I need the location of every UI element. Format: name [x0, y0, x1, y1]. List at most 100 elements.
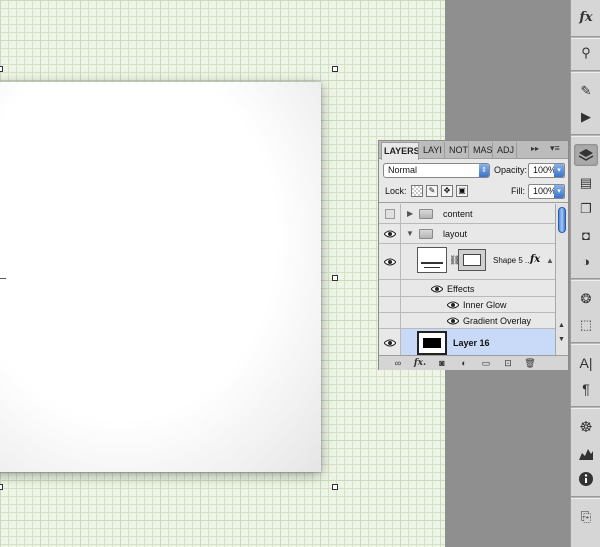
tab-layers[interactable]: LAYERS: [381, 142, 419, 160]
effect-name: Inner Glow: [463, 300, 507, 310]
lock-image-icon[interactable]: ✎: [426, 185, 438, 197]
eye-icon: [383, 339, 396, 346]
layer-name: Layer 16: [453, 338, 490, 348]
dock-divider: [571, 406, 600, 409]
transform-handle-bottom-right[interactable]: [332, 484, 338, 490]
tab-masks[interactable]: MAS: [471, 142, 493, 159]
visibility-toggle: [379, 313, 401, 328]
fill-field[interactable]: 100% ▾: [528, 184, 565, 199]
tab-adjustments[interactable]: ADJ: [495, 142, 517, 159]
opacity-value: 100%: [533, 165, 557, 175]
eye-icon[interactable]: [431, 285, 443, 293]
layer-row-content[interactable]: ▶ content: [379, 204, 555, 224]
effect-row-inner-glow[interactable]: Inner Glow: [379, 297, 555, 313]
effect-row-gradient-overlay[interactable]: Gradient Overlay: [379, 313, 555, 329]
histogram-icon[interactable]: [574, 442, 598, 464]
paragraph-icon[interactable]: ¶: [574, 378, 598, 400]
brush-presets-icon[interactable]: ✎: [574, 80, 598, 102]
folder-icon: [419, 229, 433, 239]
channels-icon[interactable]: ▤: [574, 172, 598, 194]
layers-bottom-toolbar: ∞ fx. ◙ ◐ ▭ ⊡ 🗑: [379, 355, 568, 370]
transform-handle-top-right[interactable]: [332, 66, 338, 72]
chevron-down-icon[interactable]: ▾: [554, 164, 564, 177]
effects-toggle-icon[interactable]: ▲: [546, 256, 554, 265]
effects-header-row[interactable]: Effects: [379, 280, 555, 297]
visibility-toggle[interactable]: [379, 244, 401, 279]
panel-dock: fx ⚲ ✎ ▶ ▤ ❐ ◘ ◑ ❂ ⬚ A| ¶ ☸ ⎘: [570, 0, 600, 547]
puppet-icon[interactable]: ⚲: [574, 42, 598, 64]
transform-icon[interactable]: ⬚: [574, 314, 598, 336]
adjustments-icon[interactable]: ◑: [574, 250, 598, 272]
lock-label: Lock:: [385, 186, 407, 196]
info-icon[interactable]: [574, 468, 598, 490]
effect-name: Gradient Overlay: [463, 316, 532, 326]
eye-icon[interactable]: [447, 301, 459, 309]
visibility-toggle[interactable]: [379, 329, 401, 355]
blend-mode-select[interactable]: Normal ⇕: [383, 163, 490, 178]
transform-handle-top-left[interactable]: [0, 66, 3, 72]
folder-icon: [419, 209, 433, 219]
effects-label: Effects: [447, 284, 475, 294]
tab-notes[interactable]: NOT: [447, 142, 469, 159]
chevron-down-icon: ⇕: [479, 164, 489, 177]
center-point-marker: [0, 278, 6, 279]
visibility-off-box: [384, 208, 395, 219]
layer-thumbnail: [417, 331, 447, 355]
add-layer-style-icon[interactable]: fx.: [414, 358, 426, 368]
delete-layer-icon[interactable]: 🗑: [524, 358, 535, 368]
layer-list: ▶ content ▼ layout ⛓ Shape 5 ... fx ▲ Ef…: [379, 204, 555, 355]
visibility-toggle: [379, 280, 401, 296]
dock-divider: [571, 70, 600, 73]
visibility-toggle: [379, 297, 401, 312]
expand-triangle-icon[interactable]: ▶: [407, 209, 413, 218]
fill-value: 100%: [533, 186, 557, 196]
layers-icon[interactable]: [574, 144, 598, 166]
panel-menu-icon[interactable]: ▾≡: [550, 143, 560, 154]
tab-layer-comps[interactable]: LAYI: [421, 142, 445, 159]
lock-all-icon[interactable]: ▣: [456, 185, 468, 197]
scroll-down-arrow-icon[interactable]: ▼: [558, 336, 565, 343]
link-layers-icon[interactable]: ∞: [393, 358, 403, 368]
fx-icon[interactable]: fx: [530, 254, 540, 265]
visibility-toggle[interactable]: [379, 204, 401, 223]
eye-icon: [383, 258, 396, 265]
paths-icon[interactable]: ❐: [574, 198, 598, 220]
opacity-field[interactable]: 100% ▾: [528, 163, 565, 178]
lock-transparent-icon[interactable]: [411, 185, 423, 197]
layer-row-layout[interactable]: ▼ layout: [379, 224, 555, 244]
panel-tab-bar: LAYERS LAYI NOT MAS ADJ ▸▸ ▾≡: [379, 141, 568, 160]
eye-icon[interactable]: [447, 317, 459, 325]
navigator-icon[interactable]: ☸: [574, 416, 598, 438]
layer-row-layer-16[interactable]: Layer 16: [379, 329, 555, 355]
layers-panel: LAYERS LAYI NOT MAS ADJ ▸▸ ▾≡ Normal ⇕ O…: [378, 140, 569, 370]
scroll-up-arrow-icon[interactable]: ▲: [558, 322, 565, 329]
scroll-thumb[interactable]: [558, 207, 566, 233]
transform-handle-middle-right[interactable]: [332, 275, 338, 281]
add-mask-icon[interactable]: ◙: [437, 358, 447, 368]
dock-divider: [571, 36, 600, 39]
visibility-toggle[interactable]: [379, 224, 401, 243]
new-layer-icon[interactable]: ⊡: [503, 358, 513, 368]
tool-presets-icon[interactable]: ⎘: [574, 506, 598, 528]
dock-divider: [571, 496, 600, 499]
layer-thumbnail: [417, 247, 447, 273]
chevron-down-icon[interactable]: ▾: [554, 185, 564, 198]
mask-icon[interactable]: ◘: [574, 224, 598, 246]
panel-collapse-icon[interactable]: ▸▸: [531, 144, 539, 153]
styles-icon[interactable]: ❂: [574, 288, 598, 310]
new-adjustment-layer-icon[interactable]: ◐: [459, 358, 469, 368]
dock-divider: [571, 134, 600, 137]
lock-position-icon[interactable]: ✥: [441, 185, 453, 197]
vector-mask-thumbnail: [458, 249, 486, 271]
opacity-label: Opacity:: [494, 165, 528, 175]
character-icon[interactable]: A|: [574, 352, 598, 374]
new-group-icon[interactable]: ▭: [481, 358, 491, 368]
dock-divider: [571, 342, 600, 345]
fx-icon[interactable]: fx: [574, 6, 598, 28]
artboard-shape[interactable]: [0, 82, 321, 472]
transform-handle-bottom-left[interactable]: [0, 484, 3, 490]
layer-row-shape[interactable]: ⛓ Shape 5 ... fx ▲: [379, 244, 555, 280]
collapse-triangle-icon[interactable]: ▼: [406, 229, 414, 238]
layers-scrollbar[interactable]: ▲ ▼: [555, 204, 568, 355]
actions-play-icon[interactable]: ▶: [574, 106, 598, 128]
